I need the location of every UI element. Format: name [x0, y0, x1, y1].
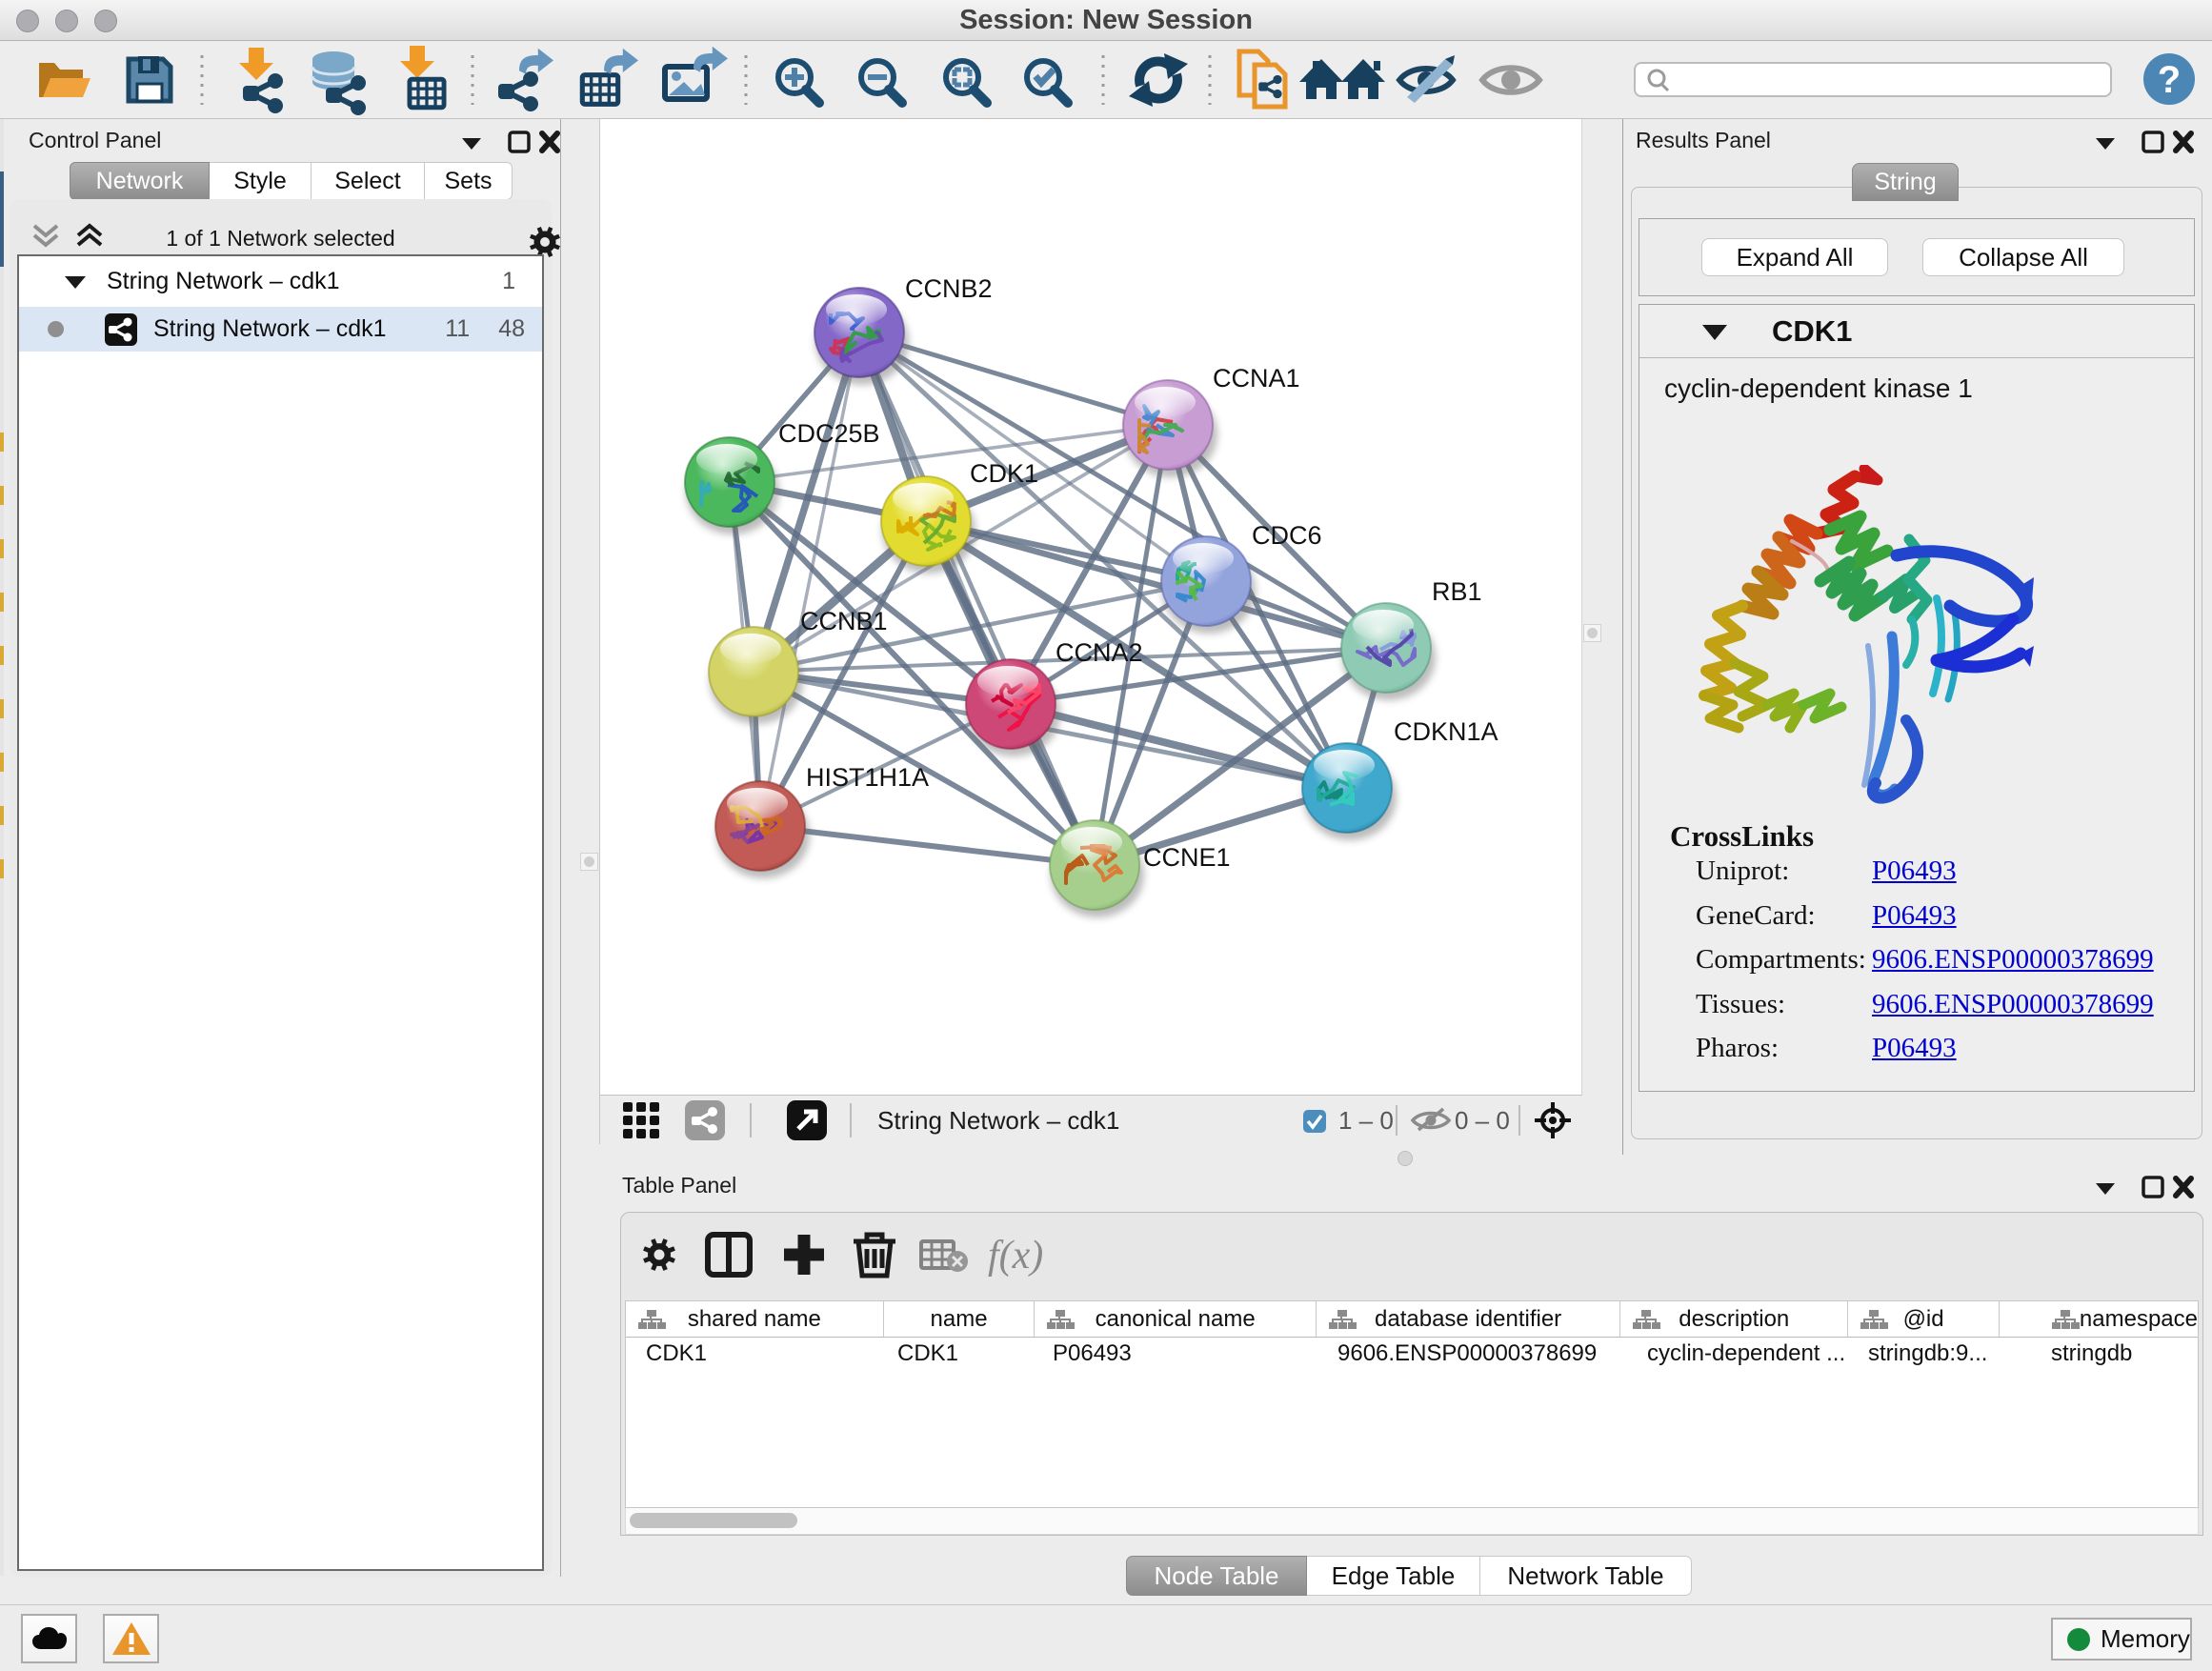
svg-text:CDC25B: CDC25B: [778, 419, 880, 448]
svg-text:CCNA2: CCNA2: [1056, 638, 1143, 667]
svg-text:CCNB2: CCNB2: [905, 274, 993, 303]
svg-text:f(x): f(x): [988, 1234, 1043, 1278]
svg-text:CCNA1: CCNA1: [1213, 364, 1300, 393]
svg-text:HIST1H1A: HIST1H1A: [806, 763, 929, 792]
svg-text:0 – 0: 0 – 0: [1455, 1106, 1510, 1135]
svg-text:CCNE1: CCNE1: [1143, 843, 1231, 872]
svg-text:1 – 0: 1 – 0: [1338, 1106, 1394, 1135]
svg-text:CDK1: CDK1: [970, 459, 1038, 488]
svg-text:String Network – cdk1: String Network – cdk1: [877, 1106, 1119, 1135]
svg-text:CDKN1A: CDKN1A: [1394, 717, 1498, 746]
svg-text:RB1: RB1: [1432, 577, 1482, 606]
svg-text:CDC6: CDC6: [1252, 521, 1322, 550]
svg-text:?: ?: [2158, 59, 2181, 101]
svg-text:CCNB1: CCNB1: [800, 607, 888, 635]
